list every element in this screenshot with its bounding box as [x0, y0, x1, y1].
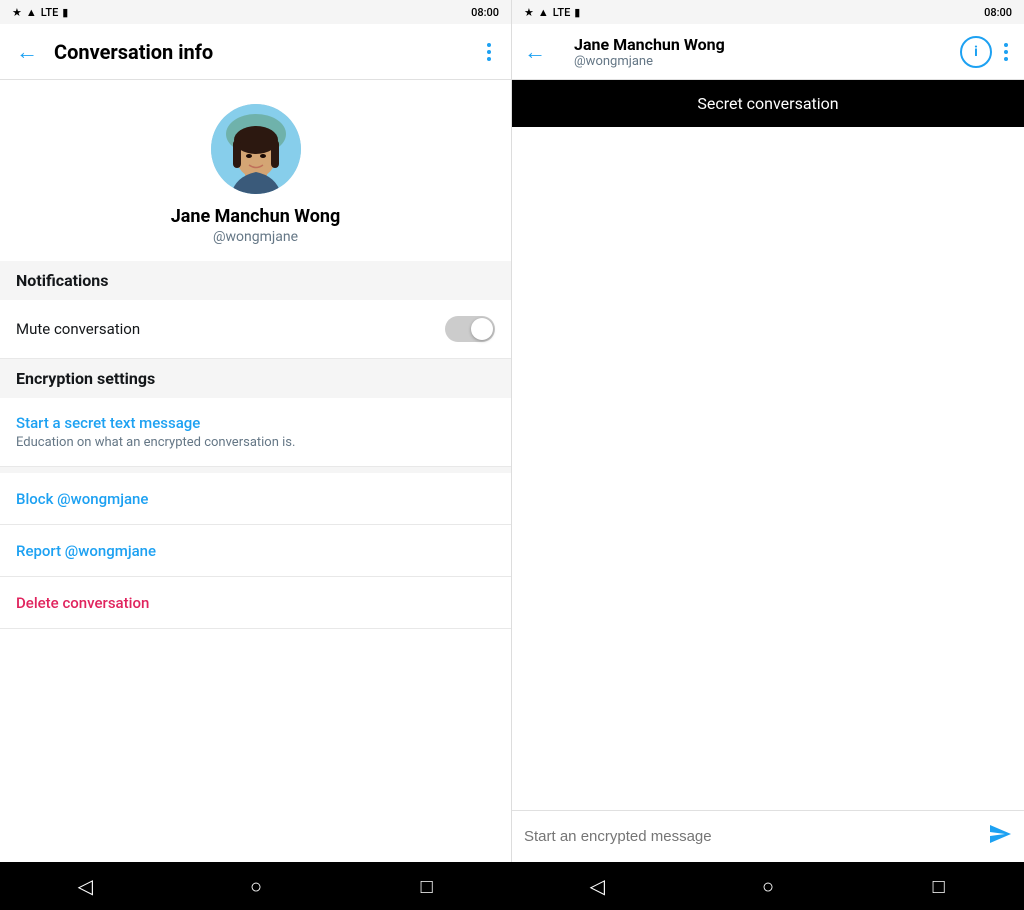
- right-header-handle: @wongmjane: [574, 54, 960, 69]
- right-lte-label: LTE: [553, 6, 571, 19]
- right-time: 08:00: [984, 6, 1012, 19]
- right-header: ← Jane Manchun Wong @wongmjane i: [512, 24, 1024, 80]
- right-header-name: Jane Manchun Wong: [574, 35, 960, 54]
- secret-conversation-banner: Secret conversation: [512, 80, 1024, 127]
- avatar: [211, 104, 301, 194]
- mute-conversation-label: Mute conversation: [16, 320, 140, 338]
- right-panel: ★ ▲ LTE ▮ 08:00 ← Jane Manchun Wong @won…: [512, 0, 1024, 862]
- left-back-nav-icon[interactable]: ◁: [65, 866, 105, 906]
- delete-conversation-item[interactable]: Delete conversation: [0, 577, 511, 629]
- bluetooth-icon: ★: [12, 6, 22, 19]
- right-bottom-nav: ◁ ○ □: [512, 862, 1024, 910]
- profile-name: Jane Manchun Wong: [171, 206, 341, 227]
- mute-toggle[interactable]: [445, 316, 495, 342]
- back-button[interactable]: ←: [16, 39, 38, 65]
- mute-conversation-row: Mute conversation: [0, 300, 511, 359]
- report-user-label: Report @wongmjane: [16, 542, 156, 560]
- left-status-bar: ★ ▲ LTE ▮ 08:00: [0, 0, 511, 24]
- notifications-section-header: Notifications: [0, 261, 511, 300]
- left-status-icons: ★ ▲ LTE ▮: [12, 6, 68, 19]
- right-status-icons: ★ ▲ LTE ▮: [524, 6, 580, 19]
- secret-message-subtext: Education on what an encrypted conversat…: [16, 435, 495, 450]
- right-header-info: Jane Manchun Wong @wongmjane: [574, 35, 960, 69]
- right-battery-icon: ▮: [574, 6, 580, 19]
- right-back-button[interactable]: ←: [524, 39, 546, 65]
- right-more-menu-button[interactable]: [1000, 39, 1012, 65]
- left-header: ← Conversation info: [0, 24, 511, 80]
- info-button[interactable]: i: [960, 36, 992, 68]
- wifi-icon: ▲: [26, 6, 37, 19]
- left-home-nav-icon[interactable]: ○: [236, 866, 276, 906]
- right-header-actions: i: [960, 36, 1012, 68]
- bottom-navigation: ◁ ○ □ ◁ ○ □: [0, 862, 1024, 910]
- secret-message-item[interactable]: Start a secret text message Education on…: [0, 398, 511, 467]
- more-menu-button[interactable]: [483, 39, 495, 65]
- chat-area: [512, 127, 1024, 810]
- message-input[interactable]: [524, 828, 980, 845]
- left-square-nav-icon[interactable]: □: [407, 866, 447, 906]
- send-button[interactable]: [988, 822, 1012, 851]
- message-input-area: [512, 810, 1024, 862]
- block-user-item[interactable]: Block @wongmjane: [0, 473, 511, 525]
- secret-message-link: Start a secret text message: [16, 414, 495, 432]
- right-square-nav-icon[interactable]: □: [919, 866, 959, 906]
- right-bluetooth-icon: ★: [524, 6, 534, 19]
- right-back-nav-icon[interactable]: ◁: [577, 866, 617, 906]
- right-wifi-icon: ▲: [538, 6, 549, 19]
- right-home-nav-icon[interactable]: ○: [748, 866, 788, 906]
- toggle-knob: [471, 318, 493, 340]
- battery-icon: ▮: [62, 6, 68, 19]
- report-user-item[interactable]: Report @wongmjane: [0, 525, 511, 577]
- left-time: 08:00: [471, 6, 499, 19]
- profile-section: Jane Manchun Wong @wongmjane: [0, 80, 511, 261]
- profile-handle: @wongmjane: [213, 229, 298, 245]
- left-panel: ★ ▲ LTE ▮ 08:00 ← Conversation info: [0, 0, 512, 862]
- encryption-section-header: Encryption settings: [0, 359, 511, 398]
- right-status-bar: ★ ▲ LTE ▮ 08:00: [512, 0, 1024, 24]
- lte-label: LTE: [41, 6, 59, 19]
- page-title: Conversation info: [54, 40, 483, 64]
- left-bottom-nav: ◁ ○ □: [0, 862, 512, 910]
- delete-conversation-label: Delete conversation: [16, 594, 149, 612]
- block-user-label: Block @wongmjane: [16, 490, 148, 508]
